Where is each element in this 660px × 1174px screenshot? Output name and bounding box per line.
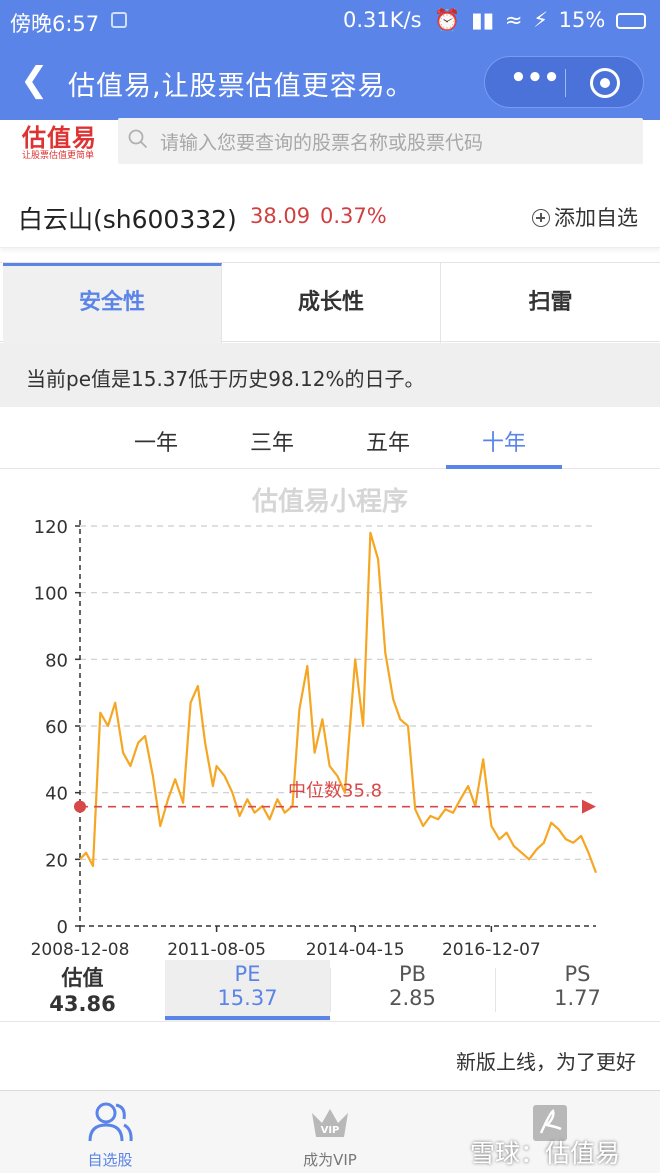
period-3y[interactable]: 三年	[214, 425, 330, 457]
signal-icon: ▮▮	[471, 8, 494, 32]
add-watchlist-button[interactable]: 添加自选	[532, 202, 638, 232]
announcement-text: 新版上线，为了更好	[456, 1046, 636, 1075]
chart-median: 中位数35.8	[74, 781, 596, 814]
stock-change: 0.37%	[320, 204, 387, 228]
period-1y[interactable]: 一年	[98, 425, 214, 457]
miniprogram-capsule: •••	[484, 56, 644, 108]
more-icon[interactable]: •••	[505, 63, 565, 93]
announcement-marquee: 新版上线，为了更好	[0, 1022, 660, 1090]
period-10y[interactable]: 十年	[446, 425, 562, 457]
app-notification-icon	[111, 12, 127, 28]
metric-valuation-value: 43.86	[0, 992, 165, 1016]
status-time: 傍晚6:57	[10, 8, 99, 38]
watermark: 雪球：估值易	[470, 1134, 620, 1170]
metric-pb-value: 2.85	[330, 986, 495, 1010]
logo-subtitle: 让股票估值更简单	[22, 148, 94, 161]
battery-icon	[616, 13, 646, 29]
chart-series	[80, 533, 596, 873]
metric-divider	[495, 968, 496, 1012]
period-selector: 一年 三年 五年 十年	[0, 407, 660, 469]
y-tick-label: 100	[34, 584, 68, 605]
tabbar-label-watchlist: 自选股	[0, 1149, 220, 1170]
pe-notice-text: 当前pe值是15.37低于历史98.12%的日子。	[26, 363, 425, 392]
search-input[interactable]: 请输入您要查询的股票名称或股票代码	[118, 118, 643, 164]
search-icon	[128, 129, 148, 149]
pe-notice: 当前pe值是15.37低于历史98.12%的日子。	[0, 343, 660, 407]
nav-bar: ❮ 估值易,让股票估值更容易。 •••	[0, 44, 660, 120]
back-icon[interactable]: ❮	[20, 60, 49, 100]
y-tick-label: 20	[45, 850, 68, 871]
alarm-icon: ⏰	[434, 8, 460, 32]
metric-active-underline	[165, 1016, 330, 1020]
x-tick-label: 2011-08-05	[167, 940, 266, 960]
crown-vip-icon: VIP	[308, 1103, 352, 1143]
x-tick-label: 2016-12-07	[442, 940, 541, 960]
metric-pb[interactable]: PB 2.85	[330, 960, 495, 1022]
y-tick-label: 0	[57, 917, 68, 938]
metric-valuation[interactable]: 估值 43.86	[0, 960, 165, 1022]
add-circle-icon	[532, 209, 550, 227]
tabbar-item-watchlist[interactable]: 自选股	[0, 1091, 220, 1174]
metric-ps[interactable]: PS 1.77	[495, 960, 660, 1022]
metric-valuation-label: 估值	[0, 962, 165, 992]
x-tick-label: 2014-04-15	[306, 940, 405, 960]
stock-header: 白云山(sh600332) 38.09 0.37% 添加自选	[0, 178, 660, 248]
wifi-icon: ≈	[505, 8, 523, 32]
y-tick-label: 80	[45, 650, 68, 671]
brand-logo: 估值易 让股票估值更简单	[14, 118, 114, 164]
page-title: 估值易,让股票估值更容易。	[68, 64, 414, 103]
metric-divider	[330, 968, 331, 1012]
metric-ps-label: PS	[495, 962, 660, 986]
status-right: 0.31K/s ⏰ ▮▮ ≈ ⚡ 15%	[343, 8, 646, 33]
x-tick-label: 2008-12-08	[31, 940, 130, 960]
median-arrow	[582, 800, 596, 814]
metric-pe-value: 15.37	[165, 986, 330, 1010]
metric-pb-label: PB	[330, 962, 495, 986]
svg-text:VIP: VIP	[321, 1125, 340, 1136]
y-tick-label: 60	[45, 717, 68, 738]
tab-growth[interactable]: 成长性	[222, 263, 441, 343]
network-speed: 0.31K/s	[343, 8, 422, 32]
close-miniprogram-icon[interactable]	[590, 68, 620, 98]
metric-pe[interactable]: PE 15.37	[165, 960, 330, 1022]
y-tick-label: 120	[34, 517, 68, 538]
median-marker	[74, 801, 86, 813]
search-placeholder: 请输入您要查询的股票名称或股票代码	[160, 128, 483, 155]
pe-chart: 估值易小程序 0 20 40 60 80 100 120 2008-12-08 2011-08-…	[0, 470, 660, 962]
users-icon	[86, 1099, 134, 1145]
stock-price: 38.09	[250, 204, 310, 228]
metric-pe-label: PE	[165, 962, 330, 986]
tabbar-label-vip: 成为VIP	[220, 1149, 440, 1170]
pe-series-line	[80, 533, 596, 873]
status-bar: 傍晚6:57 0.31K/s ⏰ ▮▮ ≈ ⚡ 15%	[0, 0, 660, 44]
tabbar-item-vip[interactable]: VIP 成为VIP	[220, 1091, 440, 1174]
battery-level: 15%	[559, 8, 606, 32]
tab-minesweep[interactable]: 扫雷	[441, 263, 660, 343]
add-watchlist-label: 添加自选	[554, 206, 638, 230]
metric-ps-value: 1.77	[495, 986, 660, 1010]
tab-safety[interactable]: 安全性	[3, 263, 222, 343]
stock-name: 白云山(sh600332)	[18, 200, 237, 236]
chart-title: 估值易小程序	[251, 486, 408, 517]
period-5y[interactable]: 五年	[330, 425, 446, 457]
capsule-divider	[565, 69, 566, 97]
analysis-tabs: 安全性 成长性 扫雷	[0, 262, 660, 342]
median-label: 中位数35.8	[288, 781, 382, 802]
period-active-underline	[446, 465, 562, 469]
y-tick-label: 40	[45, 784, 68, 805]
charging-icon: ⚡	[533, 8, 548, 32]
